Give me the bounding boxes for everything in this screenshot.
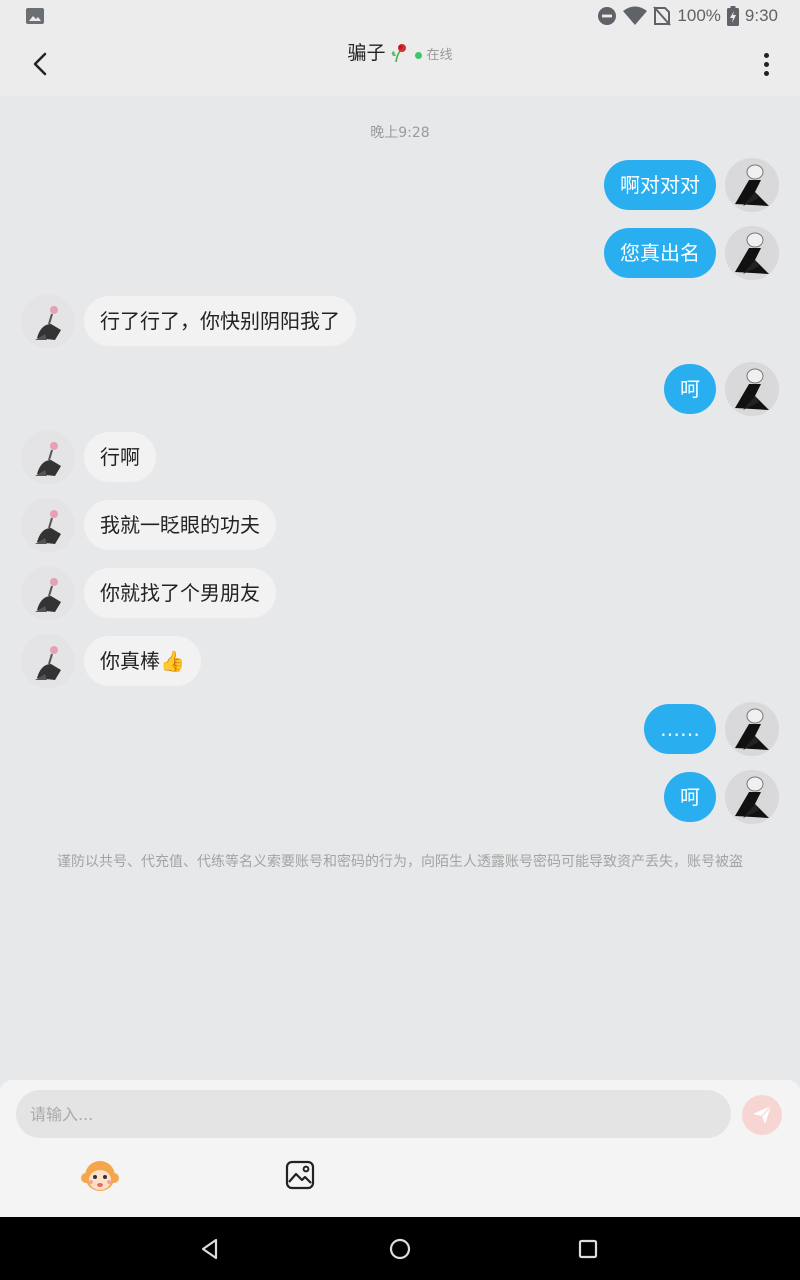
battery-percent: 100% [677,6,721,25]
contact-avatar[interactable] [21,430,75,484]
message-bubble-received[interactable]: 行啊 [84,432,156,482]
more-options-button[interactable] [750,46,782,82]
contact-name: 骗子 [347,42,386,64]
more-vertical-icon-dot [763,61,769,67]
status-bar: 100% 9:30 [0,0,800,32]
nav-back-icon[interactable] [196,1235,224,1263]
message-bubble-sent[interactable]: 呵 [664,364,716,414]
message-bubble-sent[interactable]: 呵 [664,772,716,822]
contact-avatar[interactable] [21,498,75,552]
send-icon [753,1105,772,1124]
send-button[interactable] [742,1095,782,1135]
message-bubble-received[interactable]: 行了行了，你快别阴阳我了 [84,296,356,346]
image-picker-button[interactable] [283,1158,317,1192]
contact-avatar[interactable] [21,566,75,620]
message-bubble-sent[interactable]: …… [644,704,716,754]
my-avatar[interactable] [725,158,779,212]
my-avatar[interactable] [725,362,779,416]
chat-header: 骗子 在线 [0,32,800,96]
my-avatar[interactable] [725,770,779,824]
contact-avatar[interactable] [21,634,75,688]
composer [0,1080,800,1217]
presence-label: 在线 [426,47,453,63]
message-list[interactable]: 晚上9:28 啊对对对 您真出名 行了行了，你快别阴阳我了 呵 行啊 我就一眨眼… [0,96,800,1080]
image-icon [26,8,44,24]
nav-recents-icon[interactable] [574,1235,602,1263]
system-nav-bar [0,1217,800,1280]
more-vertical-icon [763,52,769,58]
chat-title: 骗子 [347,40,409,66]
message-timestamp: 晚上9:28 [370,125,430,141]
chat-title-block: 骗子 在线 [0,40,800,66]
image-picker-icon [285,1160,315,1190]
contact-avatar[interactable] [21,294,75,348]
message-bubble-received[interactable]: 你真棒👍 [84,636,201,686]
my-avatar[interactable] [725,226,779,280]
my-avatar[interactable] [725,702,779,756]
online-dot [414,52,422,59]
emoji-monkey-icon [81,1161,119,1191]
message-bubble-received[interactable]: 你就找了个男朋友 [84,568,276,618]
security-warning: 谨防以共号、代充值、代练等名义索要账号和密码的行为，向陌生人透露账号密码可能导致… [57,854,743,870]
clock: 9:30 [744,6,778,25]
message-input[interactable] [16,1090,731,1138]
presence-status: 在线 [414,47,453,65]
wifi-icon [623,6,648,25]
emoji-button[interactable] [80,1156,120,1196]
more-vertical-icon-dot [763,70,769,76]
message-bubble-sent[interactable]: 啊对对对 [604,160,716,210]
message-bubble-received[interactable]: 我就一眨眼的功夫 [84,500,276,550]
message-bubble-sent[interactable]: 您真出名 [604,228,716,278]
nav-home-icon[interactable] [386,1235,414,1263]
battery-charging-icon [726,6,739,26]
no-sim-icon [653,6,672,26]
dnd-icon [598,7,617,25]
wilted-rose-icon [392,44,407,63]
